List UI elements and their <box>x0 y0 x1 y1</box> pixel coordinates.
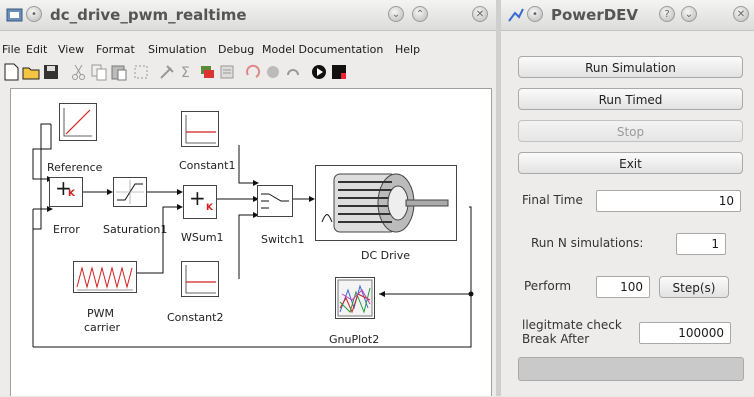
open-folder-icon[interactable] <box>22 63 40 81</box>
rotate-icon[interactable] <box>244 63 262 81</box>
svg-text:Σ: Σ <box>181 65 190 81</box>
stop-icon[interactable] <box>330 63 348 81</box>
sim-close-icon[interactable]: ✕ <box>733 6 749 22</box>
menu-format[interactable]: Format <box>96 43 135 56</box>
error-label: Error <box>53 223 80 236</box>
switch-icon <box>261 193 289 209</box>
reference-block[interactable] <box>59 103 97 141</box>
app-icon <box>6 8 23 22</box>
paste-icon[interactable] <box>110 63 128 81</box>
simulation-window: • PowerDEV ? ⌄ ✕ Run Simulation Run Time… <box>501 0 754 396</box>
menu-view[interactable]: View <box>58 43 84 56</box>
plot-icon <box>337 279 373 317</box>
constant2-label: Constant2 <box>167 311 224 324</box>
properties-icon[interactable] <box>218 63 236 81</box>
menu-simulation[interactable]: Simulation <box>148 43 207 56</box>
saturation-icon <box>116 180 144 204</box>
sim-app-icon <box>508 8 524 22</box>
run-simulation-button[interactable]: Run Simulation <box>518 56 743 78</box>
final-time-field[interactable]: 10 <box>596 190 741 212</box>
illegitimate-field[interactable]: 100000 <box>639 322 731 344</box>
window-title: dc_drive_pwm_realtime <box>50 6 247 24</box>
gnuplot-block[interactable] <box>335 277 375 319</box>
sim-minimize-icon[interactable]: ⌄ <box>681 6 697 22</box>
perform-field[interactable]: 100 <box>596 276 650 298</box>
maximize-icon[interactable]: ⌃ <box>412 6 428 22</box>
triangle-wave-icon <box>76 266 133 291</box>
pwm-label-line1: PWM <box>87 307 115 320</box>
run-n-field[interactable]: 1 <box>676 233 726 255</box>
illegitimate-label-line1: llegitmate check <box>522 318 622 332</box>
illegitimate-label-line2: Break After <box>522 332 590 346</box>
diagram-canvas[interactable]: Reference + K Error Saturation1 + K WSum… <box>10 88 492 396</box>
wsum-gain-mark: K <box>206 203 213 213</box>
sim-menu-icon[interactable]: • <box>527 6 543 22</box>
dc-drive-block[interactable] <box>315 165 457 241</box>
saturation-label: Saturation1 <box>103 223 168 236</box>
final-time-label: Final Time <box>522 193 583 207</box>
run-n-label: Run N simulations: <box>531 236 644 250</box>
motor-icon <box>321 173 449 233</box>
close-icon[interactable]: ✕ <box>472 6 488 22</box>
layers-icon[interactable] <box>198 63 216 81</box>
constant1-label: Constant1 <box>179 159 236 172</box>
model-editor-window: • dc_drive_pwm_realtime ⌄ ⌃ ✕ File Edit … <box>0 0 497 396</box>
pwm-label-line2: carrier <box>84 321 120 334</box>
gnuplot-label: GnuPlot2 <box>329 333 380 346</box>
wsum-block[interactable]: + K <box>183 185 217 219</box>
switch-label: Switch1 <box>261 233 305 246</box>
new-file-icon[interactable] <box>2 63 20 81</box>
menu-model-documentation[interactable]: Model Documentation <box>262 43 383 56</box>
menu-file[interactable]: File <box>2 43 20 56</box>
toolbar: Σ <box>0 60 496 84</box>
step-icon <box>185 115 216 144</box>
cut-icon[interactable] <box>70 63 88 81</box>
menu-icon[interactable]: • <box>26 6 42 22</box>
dc-drive-label: DC Drive <box>361 249 410 262</box>
progress-bar <box>518 357 744 381</box>
record-icon[interactable] <box>264 63 282 81</box>
menu-bar: File Edit View Format Simulation Debug M… <box>0 40 496 58</box>
wsum-sum-mark: + <box>189 186 206 210</box>
sum-icon[interactable]: Σ <box>178 63 196 81</box>
select-icon[interactable] <box>132 63 150 81</box>
play-icon[interactable] <box>310 63 328 81</box>
menu-debug[interactable]: Debug <box>218 43 254 56</box>
saturation-block[interactable] <box>113 177 147 207</box>
stop-button[interactable]: Stop <box>518 120 743 142</box>
reference-label: Reference <box>47 161 103 174</box>
wsum-label: WSum1 <box>181 231 224 244</box>
error-block[interactable]: + K <box>49 176 83 207</box>
menu-help[interactable]: Help <box>395 43 420 56</box>
exit-button[interactable]: Exit <box>518 152 743 174</box>
step-icon-2 <box>185 265 216 294</box>
menu-edit[interactable]: Edit <box>26 43 47 56</box>
sim-title-bar[interactable]: • PowerDEV ? ⌄ ✕ <box>501 0 754 31</box>
ramp-icon <box>63 108 92 137</box>
tools-icon[interactable] <box>158 63 176 81</box>
title-bar[interactable]: • dc_drive_pwm_realtime ⌄ ⌃ ✕ <box>0 0 496 31</box>
switch-block[interactable] <box>257 185 293 217</box>
constant2-block[interactable] <box>181 261 219 297</box>
constant1-block[interactable] <box>181 111 219 147</box>
minimize-icon[interactable]: ⌄ <box>388 6 404 22</box>
sim-window-title: PowerDEV <box>551 6 639 24</box>
sim-help-icon[interactable]: ? <box>659 6 675 22</box>
step-button[interactable]: Step(s) <box>659 276 729 298</box>
run-timed-button[interactable]: Run Timed <box>518 88 743 110</box>
copy-icon[interactable] <box>90 63 108 81</box>
save-icon[interactable] <box>42 63 60 81</box>
pwm-carrier-block[interactable] <box>73 261 137 293</box>
perform-label: Perform <box>524 279 572 293</box>
refresh-icon[interactable] <box>284 63 302 81</box>
gain-mark: K <box>68 189 75 199</box>
